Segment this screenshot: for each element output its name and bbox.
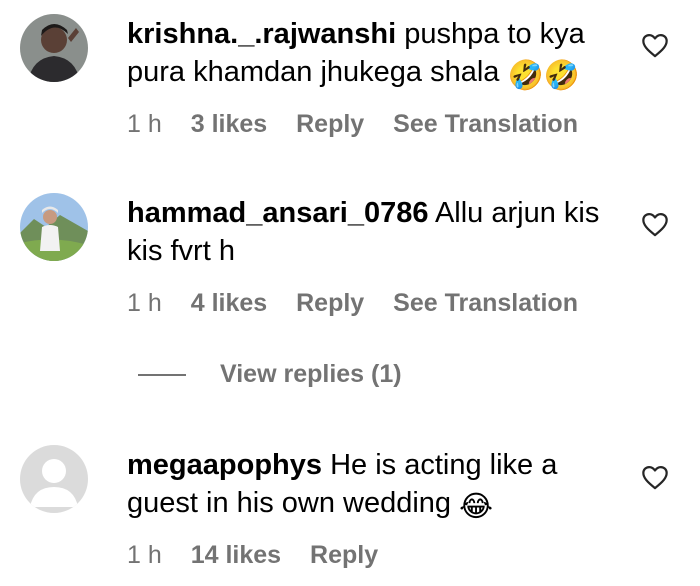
- comment-meta: 1 h 4 likes Reply See Translation: [127, 289, 600, 318]
- see-translation-button[interactable]: See Translation: [393, 289, 578, 317]
- emoji: 🤣🤣: [507, 60, 580, 92]
- timestamp: 1 h: [127, 541, 162, 569]
- replies-divider-line: [138, 374, 186, 377]
- comment-text: megaapophys He is acting like a guest in…: [127, 446, 627, 526]
- default-avatar-icon: [20, 445, 88, 513]
- comment-text: krishna._.rajwanshi pushpa to kya pura k…: [127, 15, 627, 95]
- username[interactable]: megaapophys: [127, 449, 322, 481]
- avatar[interactable]: [20, 445, 88, 513]
- reply-button[interactable]: Reply: [310, 541, 378, 569]
- heart-outline-icon: [642, 465, 668, 490]
- like-button[interactable]: [641, 211, 671, 239]
- view-replies-button[interactable]: View replies (1): [138, 360, 402, 389]
- likes-count[interactable]: 3 likes: [191, 110, 267, 138]
- heart-outline-icon: [642, 212, 668, 237]
- username[interactable]: krishna._.rajwanshi: [127, 18, 396, 50]
- reply-button[interactable]: Reply: [296, 110, 364, 138]
- like-button[interactable]: [641, 464, 671, 492]
- like-button[interactable]: [641, 32, 671, 60]
- comment-meta: 1 h 3 likes Reply See Translation: [127, 110, 600, 139]
- comment-meta: 1 h 14 likes Reply: [127, 541, 400, 570]
- comment-text: hammad_ansari_0786 Allu arjun kis kis fv…: [127, 194, 627, 270]
- timestamp: 1 h: [127, 289, 162, 317]
- reply-button[interactable]: Reply: [296, 289, 364, 317]
- view-replies-label: View replies (1): [220, 360, 402, 388]
- heart-outline-icon: [642, 33, 668, 58]
- likes-count[interactable]: 14 likes: [191, 541, 281, 569]
- timestamp: 1 h: [127, 110, 162, 138]
- profile-photo-icon: [20, 14, 88, 82]
- likes-count[interactable]: 4 likes: [191, 289, 267, 317]
- avatar[interactable]: [20, 14, 88, 82]
- see-translation-button[interactable]: See Translation: [393, 110, 578, 138]
- emoji: 😂: [459, 491, 493, 523]
- username[interactable]: hammad_ansari_0786: [127, 197, 428, 229]
- profile-photo-icon: [20, 193, 88, 261]
- avatar[interactable]: [20, 193, 88, 261]
